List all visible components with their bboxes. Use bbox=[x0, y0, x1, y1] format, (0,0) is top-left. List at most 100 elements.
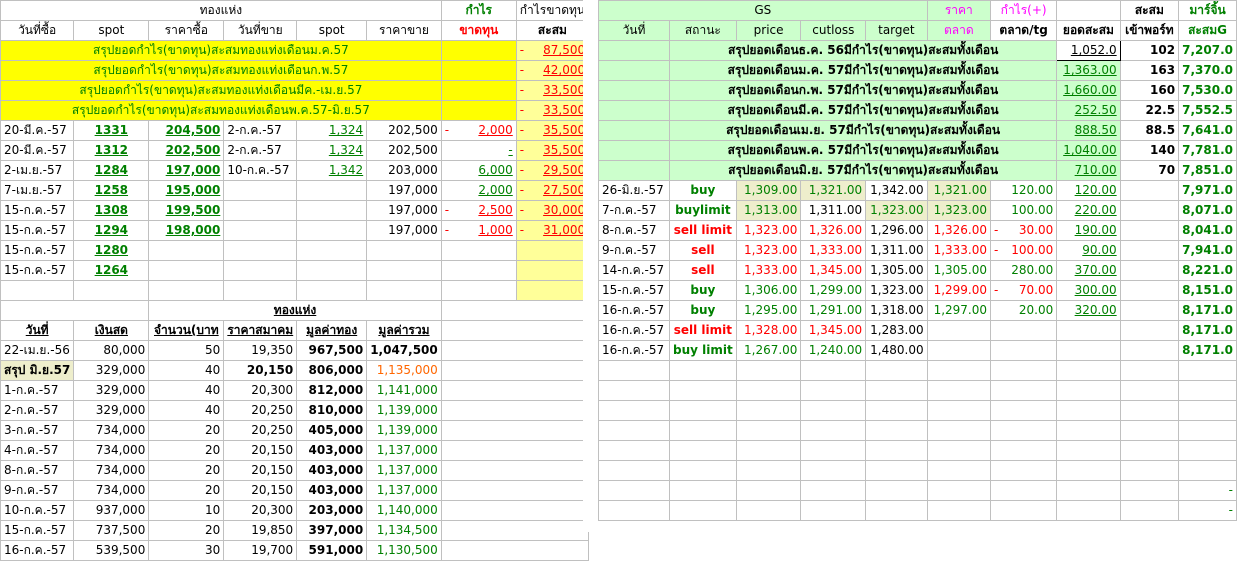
summary-cum[interactable]: 1,660.00 bbox=[1056, 80, 1121, 101]
empty-cell[interactable] bbox=[669, 480, 737, 501]
holding-cash[interactable]: 80,000 bbox=[73, 340, 150, 361]
summary-label[interactable]: สรุปยอดเดือนก.พ. 57มีกำไร(ขาดทุน)สะสมทั้… bbox=[668, 80, 1058, 101]
trade-target[interactable]: 1,283.00 bbox=[865, 320, 928, 341]
sell-spot[interactable]: 1,342 bbox=[296, 160, 368, 181]
empty-cell[interactable] bbox=[1056, 0, 1121, 21]
buy-price[interactable] bbox=[148, 240, 225, 261]
holding-gold-value[interactable]: 403,000 bbox=[296, 460, 368, 481]
summary-port[interactable]: 70 bbox=[1119, 160, 1180, 181]
column-header[interactable]: ขาดทุน bbox=[440, 20, 517, 41]
trade-cutloss[interactable]: 1,345.00 bbox=[800, 320, 867, 341]
sell-price[interactable]: 202,500 bbox=[366, 140, 442, 161]
column-header[interactable]: ยอดสะสม bbox=[1056, 20, 1121, 41]
empty-cell[interactable] bbox=[1119, 340, 1180, 361]
trade-status[interactable]: buy bbox=[669, 280, 737, 301]
empty-cell[interactable] bbox=[515, 280, 590, 301]
trade-margin[interactable]: 8,171.0 bbox=[1178, 320, 1237, 341]
empty-cell[interactable] bbox=[598, 500, 670, 521]
sell-date[interactable] bbox=[223, 260, 298, 281]
holding-date[interactable]: 2-ก.ค.-57 bbox=[0, 400, 75, 421]
empty-cell[interactable] bbox=[598, 140, 670, 161]
column-header[interactable]: spot bbox=[73, 20, 150, 41]
column-header[interactable]: target bbox=[865, 20, 928, 41]
summary-cum[interactable]: 888.50 bbox=[1056, 120, 1121, 141]
trade-cutloss[interactable]: 1,240.00 bbox=[800, 340, 867, 361]
holdings-header[interactable]: จำนวน(บาท bbox=[148, 320, 225, 341]
sell-spot[interactable] bbox=[296, 220, 368, 241]
holding-date[interactable]: สรุป มิ.ย.57 bbox=[0, 360, 75, 381]
trailing-cell[interactable] bbox=[1178, 460, 1237, 481]
summary-cum[interactable]: 1,363.00 bbox=[1056, 60, 1121, 81]
buy-spot[interactable]: 1284 bbox=[73, 160, 150, 181]
empty-cell[interactable] bbox=[865, 480, 928, 501]
holding-price[interactable]: 20,250 bbox=[223, 420, 298, 441]
trade-cum[interactable] bbox=[1056, 340, 1121, 361]
summary-label[interactable]: สรุปยอดเดือนเม.ย. 57มีกำไร(ขาดทุน)สะสมทั… bbox=[668, 120, 1058, 141]
empty-cell[interactable] bbox=[800, 360, 867, 381]
summary-label[interactable]: สรุปยอดกำไร(ขาดทุน)สะสมทองแท่งเดือนก.พ.5… bbox=[0, 60, 442, 81]
holding-gold-value[interactable]: 806,000 bbox=[296, 360, 368, 381]
sell-date[interactable] bbox=[223, 200, 298, 221]
sell-price[interactable]: 197,000 bbox=[366, 220, 442, 241]
empty-cell[interactable] bbox=[440, 320, 590, 341]
summary-cum[interactable]: 1,040.00 bbox=[1056, 140, 1121, 161]
empty-cell[interactable] bbox=[366, 280, 442, 301]
trade-margin[interactable]: 8,151.0 bbox=[1178, 280, 1237, 301]
trailing-cell[interactable]: - bbox=[1178, 480, 1237, 501]
empty-cell[interactable] bbox=[800, 500, 867, 521]
empty-cell[interactable] bbox=[0, 280, 75, 301]
holding-gold-value[interactable]: 591,000 bbox=[296, 540, 368, 561]
summary-cum[interactable]: 710.00 bbox=[1056, 160, 1121, 181]
empty-cell[interactable] bbox=[1056, 420, 1121, 441]
summary-value[interactable]: - 87,500 bbox=[515, 40, 590, 61]
trade-target[interactable]: 1,305.00 bbox=[865, 260, 928, 281]
trade-status[interactable]: buy limit bbox=[669, 340, 737, 361]
holdings-header[interactable]: วันที่ bbox=[0, 320, 75, 341]
empty-cell[interactable] bbox=[735, 440, 802, 461]
empty-cell[interactable] bbox=[598, 420, 670, 441]
trade-status[interactable]: buy bbox=[669, 300, 737, 321]
column-header[interactable]: ราคาขาย bbox=[366, 20, 442, 41]
empty-cell[interactable] bbox=[0, 300, 150, 321]
holding-cash[interactable]: 737,500 bbox=[73, 520, 150, 541]
trade-cutloss[interactable]: 1,299.00 bbox=[800, 280, 867, 301]
empty-cell[interactable] bbox=[1119, 400, 1180, 421]
holding-price[interactable]: 19,850 bbox=[223, 520, 298, 541]
summary-blank[interactable] bbox=[440, 100, 517, 121]
empty-cell[interactable] bbox=[440, 380, 590, 401]
trade-date[interactable]: 9-ก.ค.-57 bbox=[598, 240, 670, 261]
buy-price[interactable] bbox=[148, 260, 225, 281]
trade-margin[interactable]: 8,171.0 bbox=[1178, 340, 1237, 361]
empty-cell[interactable] bbox=[598, 360, 670, 381]
cumulative[interactable] bbox=[515, 240, 590, 261]
holding-qty[interactable]: 50 bbox=[148, 340, 225, 361]
buy-spot[interactable]: 1331 bbox=[73, 120, 150, 141]
empty-cell[interactable] bbox=[1119, 440, 1180, 461]
column-header[interactable]: ราคาซื้อ bbox=[148, 20, 225, 41]
empty-cell[interactable] bbox=[990, 500, 1058, 521]
summary-value[interactable]: - 33,500 bbox=[515, 80, 590, 101]
trade-pl[interactable] bbox=[990, 340, 1058, 361]
holding-gold-value[interactable]: 397,000 bbox=[296, 520, 368, 541]
holding-total[interactable]: 1,141,000 bbox=[366, 380, 442, 401]
holding-cash[interactable]: 734,000 bbox=[73, 440, 150, 461]
cumulative[interactable]: - 31,000 bbox=[515, 220, 590, 241]
holding-date[interactable]: 15-ก.ค.-57 bbox=[0, 520, 75, 541]
holding-qty[interactable]: 40 bbox=[148, 360, 225, 381]
empty-cell[interactable] bbox=[800, 480, 867, 501]
empty-cell[interactable] bbox=[1119, 420, 1180, 441]
empty-cell[interactable] bbox=[598, 40, 670, 61]
sell-price[interactable] bbox=[366, 240, 442, 261]
trade-pl[interactable]: 20.00 bbox=[990, 300, 1058, 321]
summary-blank[interactable] bbox=[440, 40, 517, 61]
holding-date[interactable]: 16-ก.ค.-57 bbox=[0, 540, 75, 561]
summary-margin[interactable]: 7,641.0 bbox=[1178, 120, 1237, 141]
empty-cell[interactable] bbox=[926, 420, 992, 441]
empty-cell[interactable] bbox=[1119, 460, 1180, 481]
summary-label[interactable]: สรุปยอดเดือนธ.ค. 56มีกำไร(ขาดทุน)สะสมทั้… bbox=[668, 40, 1058, 61]
holdings-header[interactable]: ราคาสมาคม bbox=[223, 320, 298, 341]
empty-cell[interactable] bbox=[440, 400, 590, 421]
summary-label[interactable]: สรุปยอดเดือนพ.ค. 57มีกำไร(ขาดทุน)สะสมทั้… bbox=[668, 140, 1058, 161]
empty-cell[interactable] bbox=[1119, 380, 1180, 401]
empty-cell[interactable] bbox=[669, 460, 737, 481]
